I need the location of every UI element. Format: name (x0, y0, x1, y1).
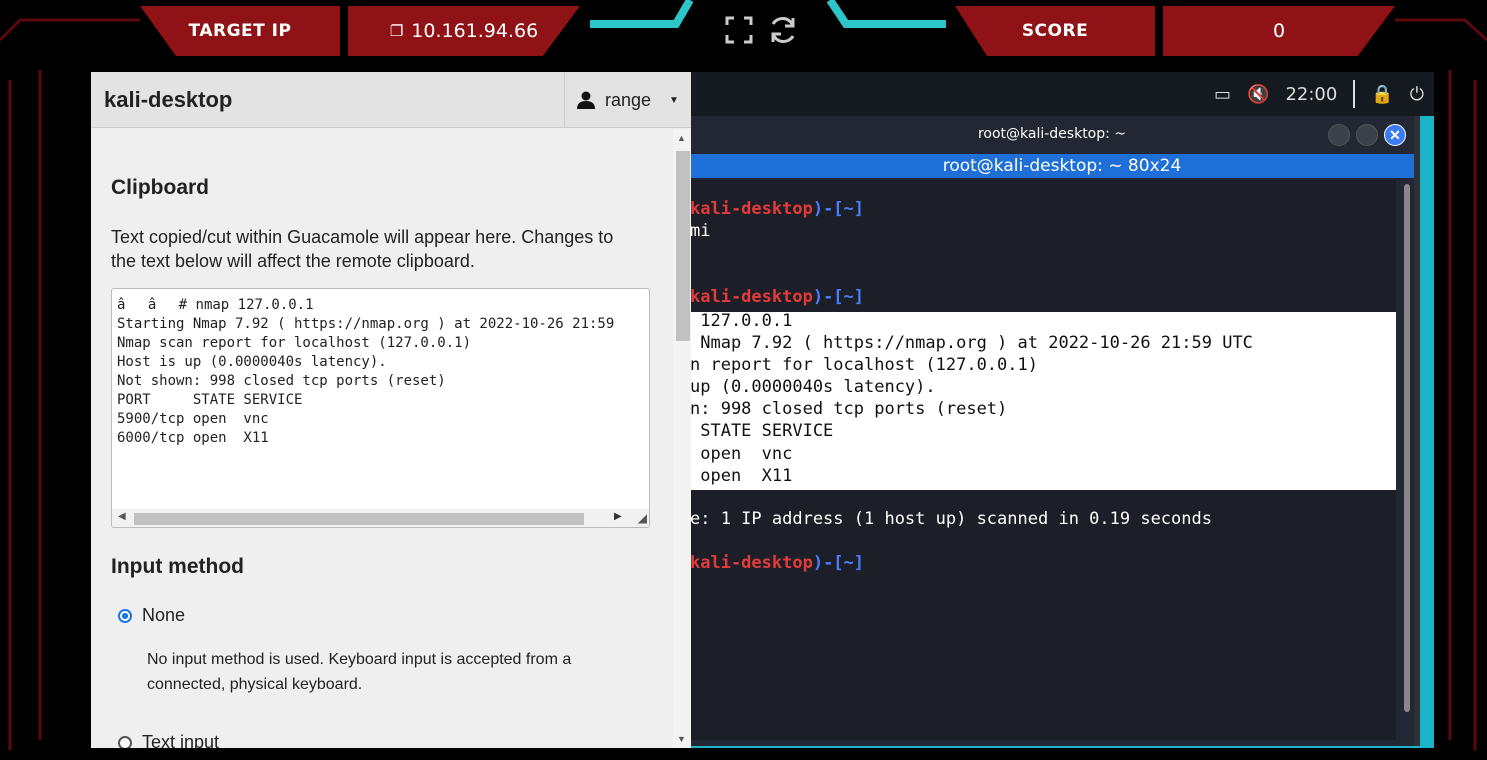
target-ip-value[interactable]: ❐ 10.161.94.66 (348, 6, 580, 56)
scroll-up-icon[interactable]: ▲ (677, 133, 686, 143)
close-button[interactable]: ✕ (1384, 124, 1406, 146)
radio-label: None (142, 605, 186, 625)
terminal-title: root@kali-desktop: ~ (977, 126, 1127, 142)
copy-icon[interactable]: ❐ (390, 22, 403, 40)
terminal-body[interactable]: kali-desktop)-[~] mi kali-desktop)-[~] 1… (690, 180, 1396, 740)
user-menu[interactable]: range ▼ (564, 72, 691, 128)
radio-text-input[interactable]: Text input (118, 732, 219, 748)
terminal-window[interactable]: root@kali-desktop: ~ ✕ root@kali-desktop… (690, 116, 1420, 746)
terminal-line: Nmap 7.92 ( https://nmap.org ) at 2022-1… (690, 333, 1253, 353)
clipboard-description: Text copied/cut within Guacamole will ap… (111, 227, 614, 271)
scroll-left-icon[interactable]: ◀ (118, 511, 126, 522)
display-icon[interactable]: ▭ (1214, 84, 1231, 105)
terminal-line: kali-desktop)-[~] (690, 553, 865, 573)
center-controls (725, 12, 815, 48)
logout-icon[interactable]: ⏻ (1410, 84, 1424, 105)
menu-header: kali-desktop range ▼ (91, 72, 691, 128)
window-controls: ✕ (1328, 124, 1406, 146)
fullscreen-icon[interactable] (725, 16, 753, 44)
radio-none[interactable]: None (118, 605, 185, 626)
radio-label: Text input (142, 732, 220, 748)
guacamole-menu: kali-desktop range ▼ Clipboard Text copi… (91, 72, 691, 748)
panel-separator (1353, 80, 1356, 108)
target-ip-label-text: TARGET IP (188, 21, 292, 41)
clipboard-hscrollbar[interactable]: ◀ ▶ ◢ (112, 509, 649, 527)
clipboard-title: Clipboard (111, 176, 209, 199)
prompt-dir: ~ (843, 287, 854, 307)
clipboard-content: ââ# nmap 127.0.0.1 Starting Nmap 7.9… (117, 297, 615, 446)
scroll-down-icon[interactable]: ▼ (677, 734, 686, 744)
terminal-line: up (0.0000040s latency). (690, 377, 936, 397)
radio-none-description: No input method is used. Keyboard input … (147, 651, 572, 693)
score-value-text: 0 (1272, 20, 1286, 42)
refresh-icon[interactable] (767, 14, 799, 46)
terminal-line: n report for localhost (127.0.0.1) (690, 355, 1038, 375)
score-label: SCORE (955, 6, 1155, 56)
user-icon (577, 91, 595, 109)
username: range (605, 89, 652, 110)
prompt-host: kali-desktop (690, 287, 813, 307)
terminal-selection: 127.0.0.1 Nmap 7.92 ( https://nmap.org )… (690, 311, 1396, 490)
maximize-button[interactable] (1356, 124, 1378, 146)
input-method-title: Input method (111, 555, 244, 578)
minimize-button[interactable] (1328, 124, 1350, 146)
resize-grip-icon[interactable]: ◢ (638, 511, 647, 525)
terminal-line: e: 1 IP address (1 host up) scanned in 0… (690, 509, 1212, 529)
score-value: 0 (1163, 6, 1395, 56)
scroll-thumb[interactable] (676, 151, 690, 341)
terminal-line: kali-desktop)-[~] (690, 287, 865, 307)
remote-desktop[interactable]: ▭ 🔇 22:00 🔒 ⏻ root@kali-desktop: ~ ✕ roo… (690, 72, 1434, 748)
terminal-tab[interactable]: root@kali-desktop: ~ 80x24 (690, 154, 1414, 178)
terminal-line: 127.0.0.1 (690, 311, 793, 331)
clipboard-textarea[interactable]: ââ# nmap 127.0.0.1 Starting Nmap 7.9… (111, 288, 650, 528)
menu-scrollbar[interactable]: ▲ ▼ (673, 129, 691, 748)
chevron-down-icon: ▼ (669, 94, 679, 106)
connection-title: kali-desktop (104, 87, 233, 112)
clock[interactable]: 22:00 (1285, 84, 1337, 105)
lock-icon[interactable]: 🔒 (1371, 84, 1393, 105)
terminal-line: open X11 (690, 466, 793, 486)
system-tray: ▭ 🔇 22:00 🔒 ⏻ (1214, 80, 1424, 108)
prompt-host: kali-desktop (690, 553, 813, 573)
top-panel: ▭ 🔇 22:00 🔒 ⏻ (690, 72, 1434, 116)
score-label-text: SCORE (1021, 21, 1089, 41)
terminal-line: kali-desktop)-[~] (690, 199, 865, 219)
terminal-line: open vnc (690, 444, 793, 464)
prompt-host: kali-desktop (690, 199, 813, 219)
prompt-dir: ~ (843, 199, 854, 219)
radio-button[interactable] (118, 608, 132, 623)
terminal-line: mi (690, 221, 711, 241)
radio-button[interactable] (118, 735, 132, 748)
terminal-line: STATE SERVICE (690, 421, 834, 441)
terminal-scrollbar[interactable] (1404, 184, 1410, 712)
terminal-line: n: 998 closed tcp ports (reset) (690, 399, 1008, 419)
target-ip-text: 10.161.94.66 (411, 20, 539, 42)
mute-icon[interactable]: 🔇 (1247, 84, 1269, 105)
scroll-thumb[interactable] (134, 513, 584, 525)
scroll-right-icon[interactable]: ▶ (614, 511, 622, 522)
prompt-dir: ~ (843, 553, 854, 573)
